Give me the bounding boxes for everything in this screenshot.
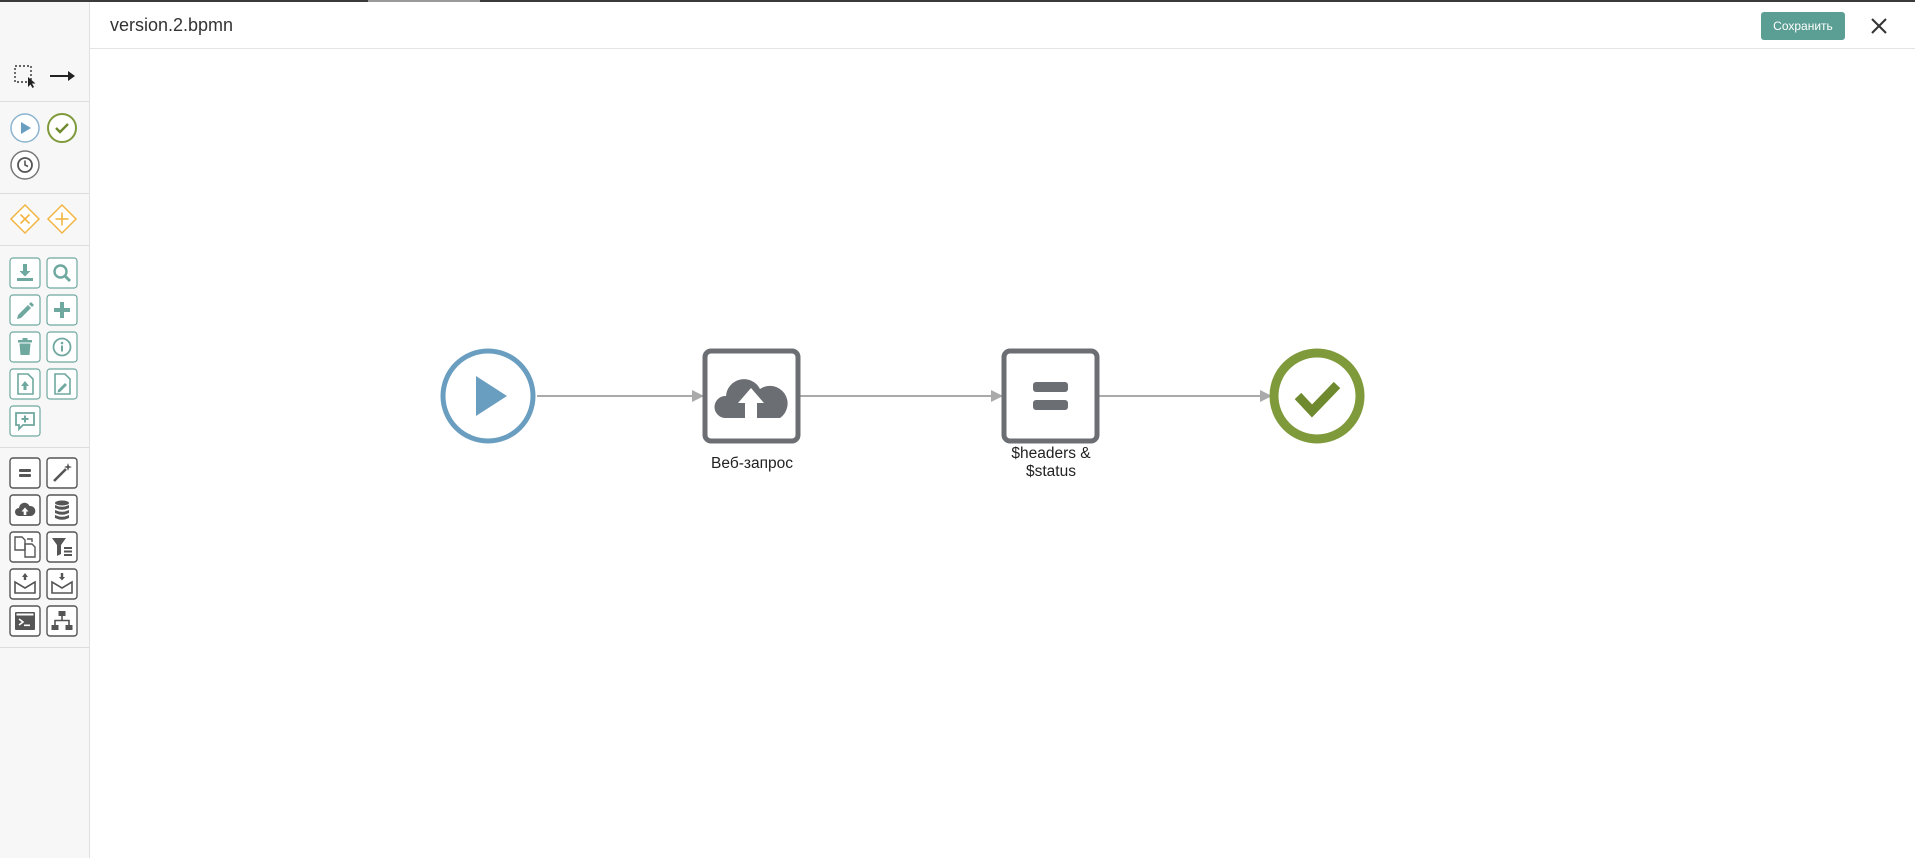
end-event-tool[interactable] [46,112,78,144]
terminal-tool[interactable] [9,605,41,637]
headers-status-task[interactable] [1001,348,1100,444]
headers-status-label-line2: $status [1026,463,1076,480]
upload-document-tool[interactable] [9,368,41,400]
headers-status-label-line1: $headers & [1011,445,1091,462]
transform-document-tool[interactable] [9,531,41,563]
diagram-canvas[interactable]: Веб-запрос $headers & $status [90,49,1915,858]
edit-document-tool[interactable] [46,368,78,400]
parallel-gateway-icon [46,203,78,235]
terminal-icon [9,605,41,637]
lasso-tool[interactable] [9,60,41,92]
palette-group-events [0,102,89,194]
send-mail-tool[interactable] [9,568,41,600]
exclusive-gateway-icon [9,203,41,235]
end-event[interactable] [1269,348,1365,444]
magic-wand-icon [46,457,78,489]
send-mail-icon [9,568,41,600]
upload-document-icon [9,368,41,400]
filter-tool[interactable] [46,531,78,563]
web-request-task[interactable] [702,348,801,444]
filter-icon [46,531,78,563]
download-tool[interactable] [9,257,41,289]
delete-tool[interactable] [9,331,41,363]
info-tool[interactable] [46,331,78,363]
add-icon [46,294,78,326]
parallel-gateway-tool[interactable] [46,203,78,235]
download-icon [9,257,41,289]
web-request-icon [9,494,41,526]
search-tool[interactable] [46,257,78,289]
exclusive-gateway-tool[interactable] [9,203,41,235]
subprocess-icon [46,605,78,637]
database-icon [46,494,78,526]
info-icon [46,331,78,363]
start-event[interactable] [440,348,536,444]
script-task-icon [9,457,41,489]
close-button[interactable] [1867,14,1891,38]
search-icon [46,257,78,289]
database-tool[interactable] [46,494,78,526]
tool-palette [0,2,90,858]
palette-group-gateways [0,194,89,246]
receive-mail-icon [46,568,78,600]
transform-document-icon [9,531,41,563]
save-button[interactable]: Сохранить [1761,12,1845,40]
start-event-tool[interactable] [9,112,41,144]
receive-mail-tool[interactable] [46,568,78,600]
add-tool[interactable] [46,294,78,326]
web-request-label: Веб-запрос [711,455,793,472]
close-icon [1871,18,1887,34]
magic-wand-tool[interactable] [46,457,78,489]
start-event-icon [10,113,40,143]
editor-header: version.2.bpmn Сохранить [90,2,1915,49]
file-title: version.2.bpmn [110,15,234,35]
end-event-icon [47,113,77,143]
timer-event-tool[interactable] [9,149,41,181]
subprocess-tool[interactable] [46,605,78,637]
palette-group-tasks [0,448,89,648]
edit-document-icon [46,368,78,400]
delete-icon [9,331,41,363]
timer-event-icon [10,150,40,180]
connect-arrow-icon [50,71,75,81]
palette-group-data-actions [0,246,89,448]
palette-group-tools [0,2,89,102]
comment-tool[interactable] [9,405,41,437]
lasso-tool-icon [14,65,36,88]
connect-tool[interactable] [46,60,78,92]
edit-tool[interactable] [9,294,41,326]
script-task-tool[interactable] [9,457,41,489]
comment-icon [9,405,41,437]
edit-icon [9,294,41,326]
web-request-tool[interactable] [9,494,41,526]
